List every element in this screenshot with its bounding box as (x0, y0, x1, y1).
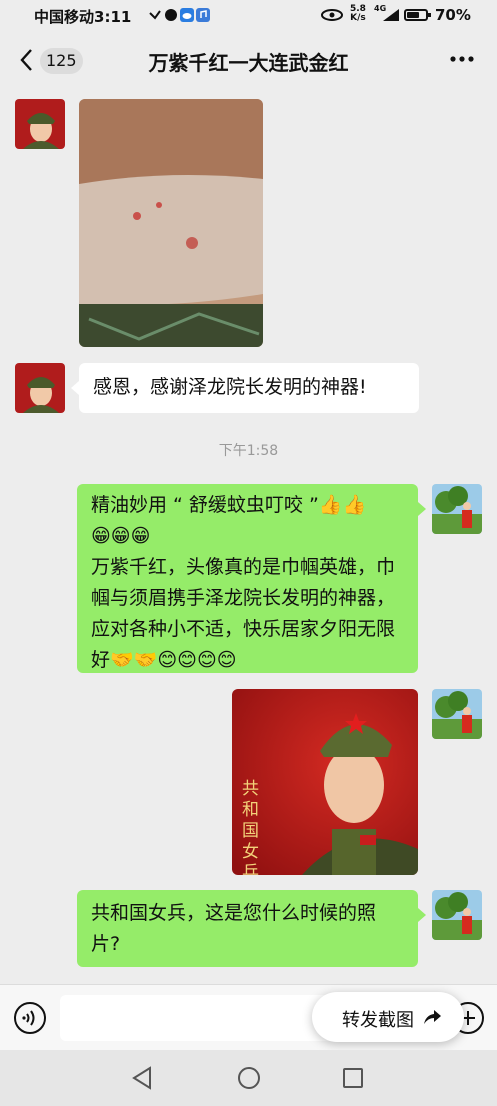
battery-percent: 70% (435, 6, 471, 24)
my-avatar[interactable] (432, 689, 482, 739)
bubble-tail (418, 908, 426, 922)
status-carrier-time: 中国移动3:11 (34, 8, 132, 26)
message-body: 万紫千红，头像真的是巾帼英雄，巾帼与须眉携手泽龙院长发明的神器，应对各种小不适，… (91, 556, 396, 671)
chat-title: 万紫千红一大连武金红 (148, 51, 349, 75)
message-text: 共和国女兵，这是您什么时候的照片? (91, 902, 377, 955)
message-image-soldier[interactable]: 共和国女兵 (232, 689, 418, 875)
eye-icon (321, 9, 343, 21)
message-bubble[interactable]: 感恩，感谢泽龙院长发明的神器! (79, 363, 419, 413)
my-avatar[interactable] (432, 484, 482, 534)
bubble-tail (71, 381, 79, 395)
network-speed: 5.8 K/s (350, 4, 366, 23)
missed-call-icon (149, 10, 161, 20)
message-bubble[interactable]: 精油妙用 “ 舒缓蚊虫叮咬 ”👍👍 😁😁😁 万紫千红，头像真的是巾帼英雄，巾帼与… (77, 484, 418, 673)
my-avatar[interactable] (432, 890, 482, 940)
signal-icon: 4G (374, 4, 400, 23)
message-bubble[interactable]: 共和国女兵，这是您什么时候的照片? (77, 890, 418, 967)
nav-recents-icon[interactable] (343, 1068, 363, 1088)
status-notification-icons (148, 8, 212, 24)
message-text: 感恩，感谢泽龙院长发明的神器! (93, 376, 367, 398)
message-text: 精油妙用 “ 舒缓蚊虫叮咬 ”👍👍 (91, 494, 367, 516)
more-dots-icon[interactable] (449, 54, 475, 64)
emoji-row: 😁😁😁 (91, 525, 151, 547)
music-icon (196, 8, 210, 22)
cloud-icon (180, 8, 194, 22)
voice-icon[interactable] (14, 1002, 46, 1034)
bubble-tail (418, 502, 426, 516)
forward-screenshot-button[interactable]: 转发截图 (312, 992, 464, 1042)
nav-home-icon[interactable] (238, 1067, 260, 1089)
chat-header: 125 万紫千红一大连武金红 (0, 32, 497, 90)
wave-icon (165, 9, 177, 21)
message-image-arm[interactable] (79, 99, 263, 347)
status-bar: 中国移动3:11 5.8 K/s 4G 70% (0, 0, 497, 32)
system-nav-bar (0, 1050, 497, 1106)
sender-avatar[interactable] (15, 363, 65, 413)
nav-back-icon[interactable] (130, 1065, 154, 1091)
message-timestamp: 下午1:58 (218, 443, 279, 459)
image-caption: 共和国女兵 (242, 779, 259, 875)
sender-avatar[interactable] (15, 99, 65, 149)
share-arrow-icon (424, 1010, 441, 1024)
battery-icon (404, 9, 431, 21)
forward-label: 转发截图 (342, 1010, 414, 1031)
